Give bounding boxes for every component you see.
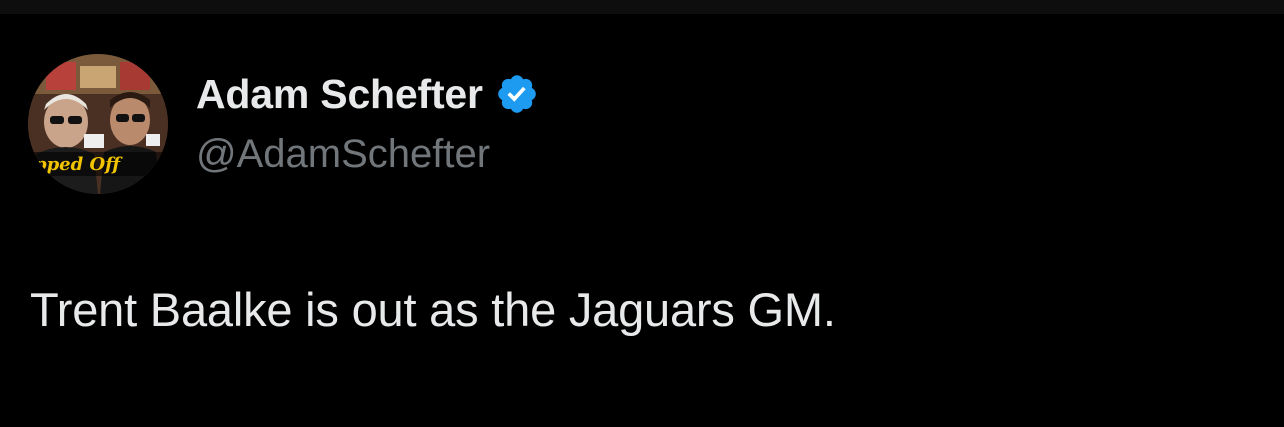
author-display-name[interactable]: Adam Schefter [196, 68, 483, 120]
author-name-row[interactable]: Adam Schefter [196, 68, 539, 120]
author-handle[interactable]: @AdamSchefter [196, 128, 490, 180]
top-bar-strip [0, 0, 1284, 14]
avatar-photo-icon: pped Off [28, 54, 168, 194]
avatar-caption: pped Off [34, 154, 123, 175]
tweet-text: Trent Baalke is out as the Jaguars GM. [30, 283, 836, 336]
verified-badge-icon [497, 75, 536, 113]
tweet-card [0, 14, 1284, 427]
author-avatar[interactable]: pped Off [28, 54, 168, 194]
